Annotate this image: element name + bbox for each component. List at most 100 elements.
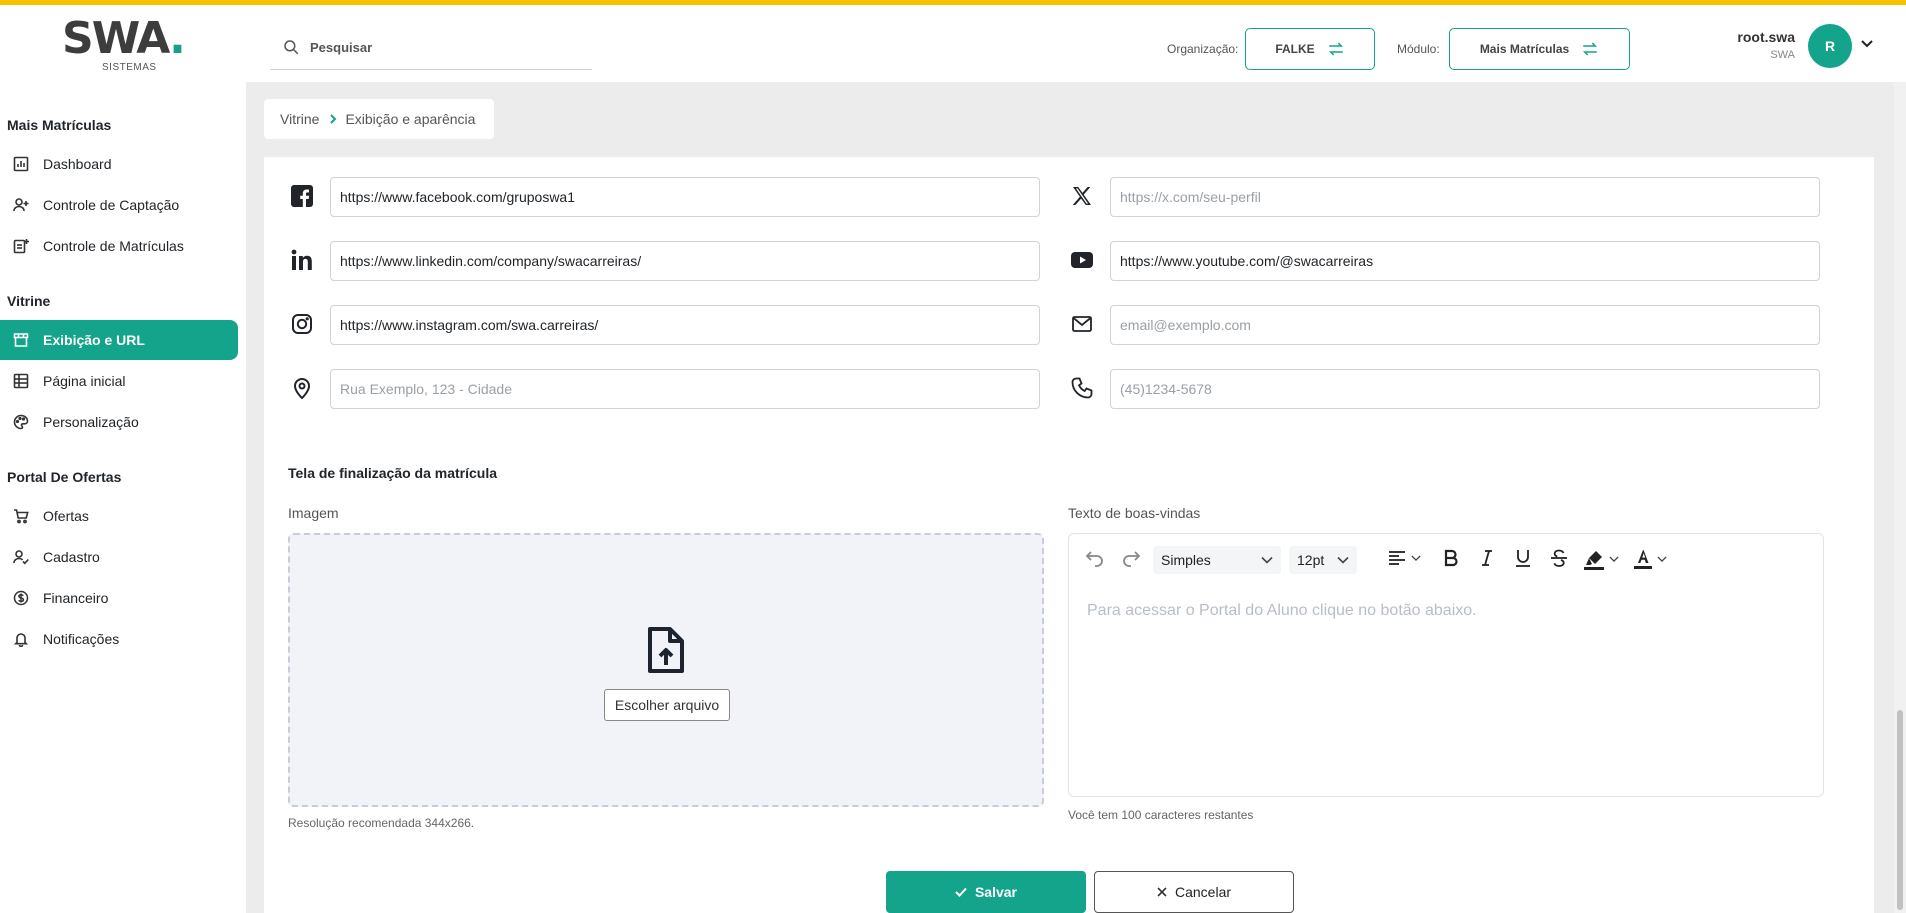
align-dropdown[interactable] [1387, 548, 1421, 568]
swap-arrows-icon [1583, 42, 1598, 56]
logo-subtitle: SISTEMAS [102, 62, 157, 73]
breadcrumb-parent-link[interactable]: Vitrine [280, 111, 319, 127]
save-button[interactable]: Salvar [886, 871, 1086, 913]
chars-remaining: Você tem 100 caracteres restantes [1068, 808, 1254, 822]
sidebar: Mais Matrículas Dashboard Controle de Ca… [0, 82, 246, 913]
chevron-down-icon [1657, 556, 1667, 563]
breadcrumb: Vitrine Exibição e aparência [264, 99, 494, 139]
sidebar-item-label: Notificações [43, 631, 120, 647]
font-family-value: Simples [1161, 552, 1211, 568]
logo-main-text: SWA [62, 13, 171, 64]
dollar-circle-icon [13, 590, 29, 606]
sidebar-item-exibicao-url[interactable]: Exibição e URL [0, 320, 238, 360]
text-color-dropdown[interactable] [1633, 548, 1667, 570]
x-twitter-icon [1068, 182, 1096, 210]
chevron-down-icon [1261, 556, 1273, 564]
bold-icon[interactable] [1441, 548, 1461, 568]
bell-icon [13, 633, 29, 647]
module-label: Módulo: [1397, 42, 1440, 56]
search-box [270, 25, 592, 70]
check-icon [955, 887, 967, 897]
main-content: Vitrine Exibição e aparência https://www… [246, 82, 1906, 913]
editor-placeholder: Para acessar o Portal do Aluno clique no… [1087, 602, 1477, 619]
italic-icon[interactable] [1477, 548, 1497, 568]
avatar[interactable]: R [1808, 24, 1852, 68]
welcome-text-label: Texto de boas-vindas [1068, 505, 1201, 521]
highlight-color-dropdown[interactable] [1583, 548, 1619, 570]
cancel-button[interactable]: Cancelar [1094, 871, 1294, 913]
sidebar-item-controle-captacao[interactable]: Controle de Captação [0, 185, 238, 225]
sidebar-item-ofertas[interactable]: Ofertas [0, 496, 238, 536]
sidebar-item-label: Financeiro [43, 590, 109, 606]
image-dropzone[interactable]: Escolher arquivo [288, 533, 1044, 807]
search-input[interactable] [310, 39, 570, 55]
instagram-url-input[interactable] [330, 305, 1040, 345]
organization-switch-button[interactable]: FALKE [1245, 28, 1375, 70]
sidebar-item-label: Ofertas [43, 508, 89, 524]
address-input[interactable] [330, 369, 1040, 409]
swap-arrows-icon [1328, 42, 1343, 56]
undo-icon[interactable] [1085, 548, 1105, 568]
logo-dot: . [169, 13, 186, 64]
sidebar-item-notificacoes[interactable]: Notificações [0, 619, 238, 659]
map-pin-icon [288, 374, 316, 402]
organization-value: FALKE [1275, 42, 1315, 56]
storefront-icon [13, 333, 29, 347]
file-upload-icon [648, 627, 684, 673]
strikethrough-icon[interactable] [1549, 548, 1569, 568]
sidebar-item-financeiro[interactable]: Financeiro [0, 578, 238, 618]
sidebar-item-controle-matriculas[interactable]: Controle de Matrículas [0, 226, 238, 266]
sidebar-item-dashboard[interactable]: Dashboard [0, 144, 238, 184]
chevron-down-icon [1411, 555, 1421, 562]
brand-logo[interactable]: SWA. SISTEMAS [62, 13, 186, 74]
scrollbar-thumb[interactable] [1897, 710, 1903, 910]
sidebar-item-personalizacao[interactable]: Personalização [0, 402, 238, 442]
chevron-down-icon[interactable] [1860, 39, 1874, 49]
facebook-url-input[interactable] [330, 177, 1040, 217]
welcome-text-editor[interactable]: Simples 12pt Para acessar o Portal do Al… [1068, 533, 1824, 797]
sidebar-section-mais-matriculas: Mais Matrículas [7, 117, 112, 133]
choose-file-button[interactable]: Escolher arquivo [604, 689, 730, 721]
sidebar-item-pagina-inicial[interactable]: Página inicial [0, 361, 238, 401]
document-add-icon [13, 239, 29, 254]
facebook-icon [288, 182, 316, 210]
linkedin-url-input[interactable] [330, 241, 1040, 281]
youtube-icon [1068, 246, 1096, 274]
phone-icon [1068, 374, 1096, 402]
user-add-icon [13, 198, 29, 212]
email-input[interactable] [1110, 305, 1820, 345]
phone-input[interactable] [1110, 369, 1820, 409]
sidebar-item-label: Cadastro [43, 549, 100, 565]
user-check-icon [13, 550, 29, 565]
sidebar-section-portal-ofertas: Portal De Ofertas [7, 469, 122, 485]
chevron-down-icon [1337, 556, 1349, 564]
sidebar-item-label: Controle de Matrículas [43, 238, 184, 254]
instagram-icon [288, 310, 316, 338]
layout-grid-icon [13, 373, 29, 389]
x-url-input[interactable] [1110, 177, 1820, 217]
underline-icon[interactable] [1513, 548, 1533, 568]
cancel-label: Cancelar [1174, 884, 1232, 900]
chevron-down-icon [1609, 556, 1619, 563]
top-header: SWA. SISTEMAS Organização: FALKE Módulo:… [0, 5, 1906, 82]
sidebar-section-vitrine: Vitrine [7, 293, 51, 309]
font-size-value: 12pt [1297, 552, 1325, 568]
module-switch-button[interactable]: Mais Matrículas [1449, 28, 1630, 70]
page-scrollbar[interactable] [1894, 82, 1906, 913]
palette-icon [13, 414, 29, 430]
resolution-hint: Resolução recomendada 344x266. [288, 816, 475, 830]
module-value: Mais Matrículas [1479, 42, 1570, 56]
sidebar-item-label: Personalização [43, 414, 139, 430]
close-icon [1157, 887, 1167, 897]
sidebar-item-cadastro[interactable]: Cadastro [0, 537, 238, 577]
font-family-select[interactable]: Simples [1153, 546, 1281, 574]
youtube-url-input[interactable] [1110, 241, 1820, 281]
highlighter-icon [1584, 551, 1604, 570]
sidebar-item-label: Exibição e URL [43, 332, 145, 348]
section-title-finalizacao: Tela de finalização da matrícula [288, 465, 498, 481]
search-icon [284, 40, 299, 55]
font-size-select[interactable]: 12pt [1289, 546, 1357, 574]
redo-icon[interactable] [1121, 548, 1141, 568]
chevron-right-icon [330, 114, 337, 124]
sidebar-item-label: Controle de Captação [43, 197, 180, 213]
